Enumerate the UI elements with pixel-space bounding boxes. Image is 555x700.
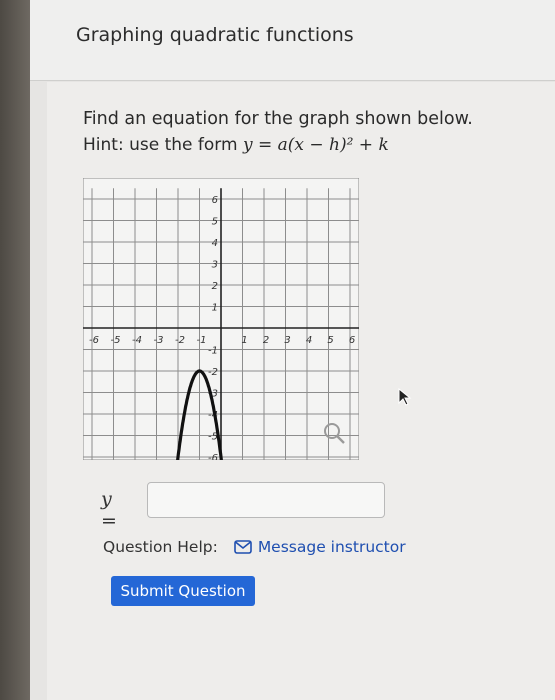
- x-tick-label: -1: [197, 335, 207, 346]
- device-bezel: [0, 0, 30, 700]
- submit-question-button[interactable]: Submit Question: [111, 576, 255, 606]
- x-tick-label: 4: [306, 335, 312, 346]
- y-tick-label: 3: [212, 260, 218, 271]
- x-tick-label: -4: [132, 335, 142, 346]
- question-text: Find an equation for the graph shown bel…: [83, 106, 473, 158]
- y-tick-label: -1: [208, 346, 218, 357]
- help-label: Question Help:: [103, 538, 218, 556]
- x-tick-label: -5: [111, 335, 121, 346]
- y-tick-label: 1: [212, 303, 218, 314]
- envelope-icon: [234, 540, 252, 554]
- x-tick-label: 5: [327, 335, 333, 346]
- hint-line: Hint: use the form y = a(x − h)² + k: [83, 132, 473, 158]
- mouse-cursor-icon: [398, 388, 412, 406]
- question-prompt: Find an equation for the graph shown bel…: [83, 109, 473, 129]
- header-card: Graphing quadratic functions: [30, 0, 555, 81]
- x-tick-label: -6: [89, 335, 99, 346]
- answer-input[interactable]: [147, 482, 385, 518]
- y-tick-label: 4: [212, 238, 218, 249]
- x-tick-label: -2: [175, 335, 185, 346]
- graph-svg: -6 -5 -4 -3 -2 -1 1 2 3 4 5 6654321-1-2-3-4-5-6: [81, 177, 361, 468]
- answer-label: y =: [101, 488, 117, 532]
- hint-formula: y = a(x − h)² + k: [242, 135, 389, 155]
- x-tick-label: 6: [349, 335, 355, 346]
- x-tick-label: 2: [263, 335, 269, 346]
- y-tick-label: 2: [212, 281, 218, 292]
- y-tick-label: -6: [208, 453, 218, 460]
- message-instructor-label: Message instructor: [257, 538, 406, 556]
- x-tick-label: 3: [284, 335, 290, 346]
- graph: -6 -5 -4 -3 -2 -1 1 2 3 4 5 6 6 5 4 3 2 1 -1 -2 -3 -4 -5 -6: [81, 177, 361, 468]
- question-help: Question Help: Message instructor: [103, 538, 406, 556]
- hint-label: Hint:: [83, 135, 124, 155]
- question-panel: Find an equation for the graph shown bel…: [47, 82, 555, 700]
- page-title: Graphing quadratic functions: [76, 24, 354, 46]
- hint-text: use the form: [129, 135, 238, 155]
- y-tick-label: -2: [208, 367, 218, 378]
- x-tick-label: 1: [241, 335, 247, 346]
- y-tick-label: 6: [212, 195, 218, 206]
- y-tick-label: 5: [212, 217, 218, 228]
- message-instructor-link[interactable]: Message instructor: [234, 538, 406, 556]
- x-tick-label: -3: [154, 335, 164, 346]
